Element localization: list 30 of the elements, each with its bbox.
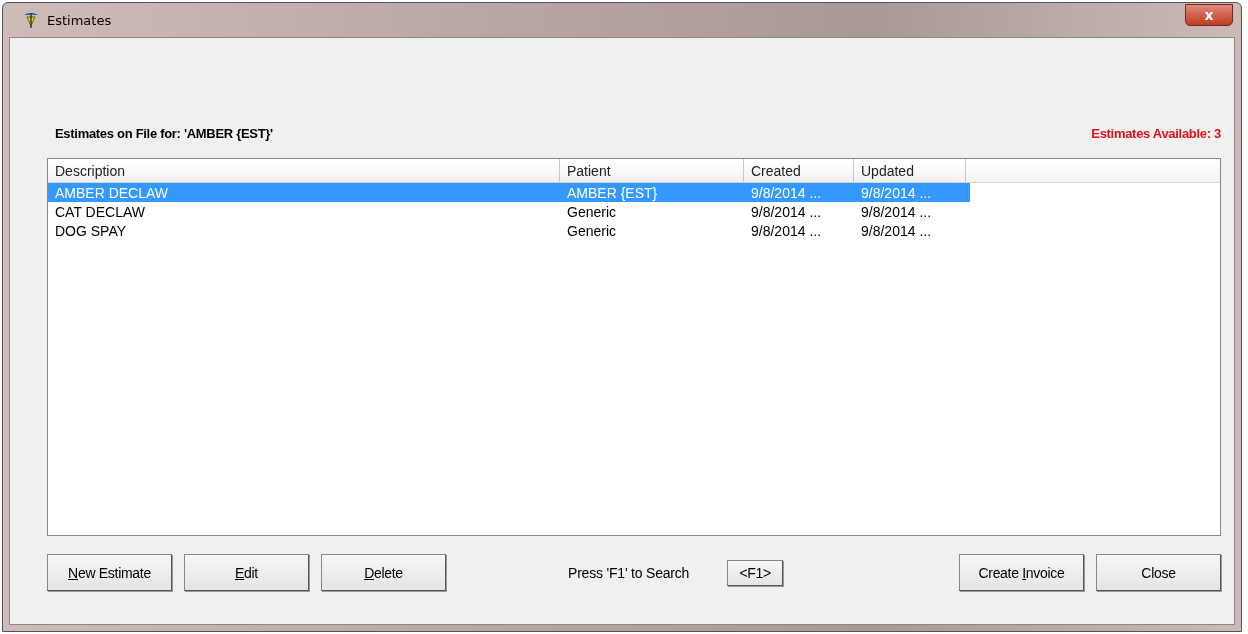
action-button[interactable]: Edit [184,554,309,591]
table-row[interactable]: DOG SPAY Generic 9/8/2014 ... 9/8/2014 ... [48,221,970,240]
table-cell-text: 9/8/2014 ... [860,222,933,239]
column-header[interactable]: Description [48,159,560,182]
estimates-count: Estimates Available: 3 [1091,125,1221,141]
action-button[interactable]: Delete [321,554,446,591]
table-row[interactable]: CAT DECLAW Generic 9/8/2014 ... 9/8/2014 ... [48,202,970,221]
action-button[interactable]: New Estimate [47,554,172,591]
table-cell-text: 9/8/2014 ... [750,222,823,239]
table-cell-text: AMBER {EST} [566,184,659,201]
heading-text: Estimates on File for: 'AMBER {EST}' [54,125,273,141]
table-cell-text: 9/8/2014 ... [860,184,933,201]
action-button[interactable]: Create Invoice [959,554,1084,591]
column-header[interactable]: Patient [560,159,744,182]
table-cell-text: 9/8/2014 ... [860,203,933,220]
table-cell-text: Generic [566,222,618,239]
table-cell-text: AMBER DECLAW [54,184,170,201]
window-title: Estimates [47,12,112,28]
action-button[interactable]: Close [1096,554,1221,591]
table-cell-text: CAT DECLAW [54,203,146,220]
table-cell-text: 9/8/2014 ... [750,184,823,201]
window-close-button[interactable]: x [1185,4,1233,26]
search-button[interactable]: <F1> [727,559,784,586]
caduceus-icon [23,11,39,29]
search-hint: Press 'F1' to Search [568,564,690,581]
table-cell-text: DOG SPAY [54,222,128,239]
column-header[interactable]: Created [744,159,854,182]
column-header[interactable]: Updated [854,159,966,182]
table-cell-text: Generic [566,203,618,220]
table-cell-text: 9/8/2014 ... [750,203,823,220]
